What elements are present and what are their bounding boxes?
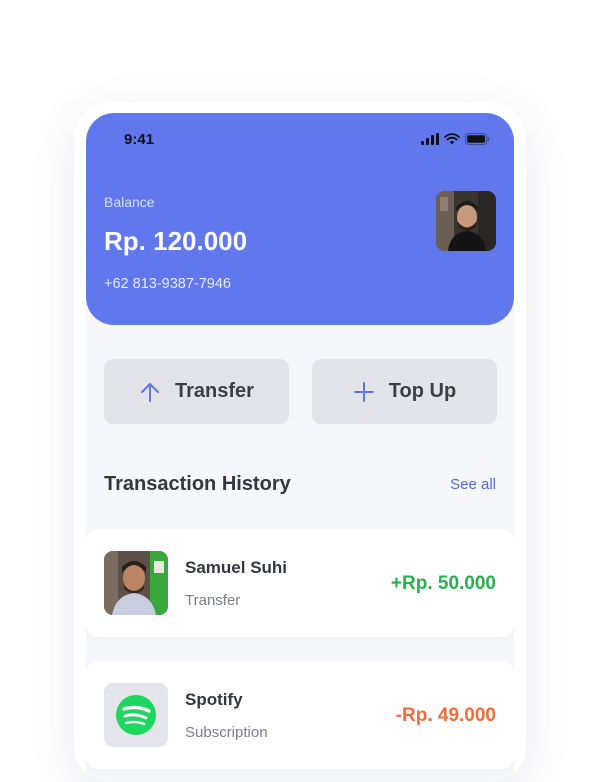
spotify-icon [116,695,156,735]
transfer-button[interactable]: Transfer [104,359,289,424]
status-icons [421,133,490,145]
transaction-item[interactable]: Spotify Subscription -Rp. 49.000 [86,661,514,769]
status-time: 9:41 [124,131,155,148]
arrow-up-icon [141,382,160,402]
transaction-name: Samuel Suhi [185,558,288,577]
transaction-type: Transfer [185,592,241,609]
spotify-logo [104,683,168,747]
contact-avatar [104,551,168,615]
phone-frame: 9:41 Balance Rp. 120.000 +62 813-9387-79… [74,102,526,782]
transaction-amount: -Rp. 49.000 [395,705,496,726]
transfer-button-label: Transfer [175,380,254,402]
profile-avatar[interactable] [436,191,496,251]
balance-amount: Rp. 120.000 [104,226,248,256]
balance-label: Balance [104,194,155,210]
battery-icon [465,133,490,145]
top-up-button-label: Top Up [388,380,457,402]
app-screen: 9:41 Balance Rp. 120.000 +62 813-9387-79… [86,113,514,782]
transaction-name: Spotify [185,690,243,709]
transaction-history-title: Transaction History [104,473,291,495]
transaction-item[interactable]: Samuel Suhi Transfer +Rp. 50.000 [86,529,514,637]
balance-header: 9:41 Balance Rp. 120.000 +62 813-9387-79… [86,113,514,325]
signal-icon [421,133,439,145]
transaction-type: Subscription [185,724,268,741]
see-all-link[interactable]: See all [450,476,496,493]
phone-number: +62 813-9387-7946 [104,276,231,292]
wifi-icon [444,133,460,145]
top-up-button[interactable]: Top Up [312,359,497,424]
plus-icon [353,381,374,402]
transaction-amount: +Rp. 50.000 [390,573,496,594]
